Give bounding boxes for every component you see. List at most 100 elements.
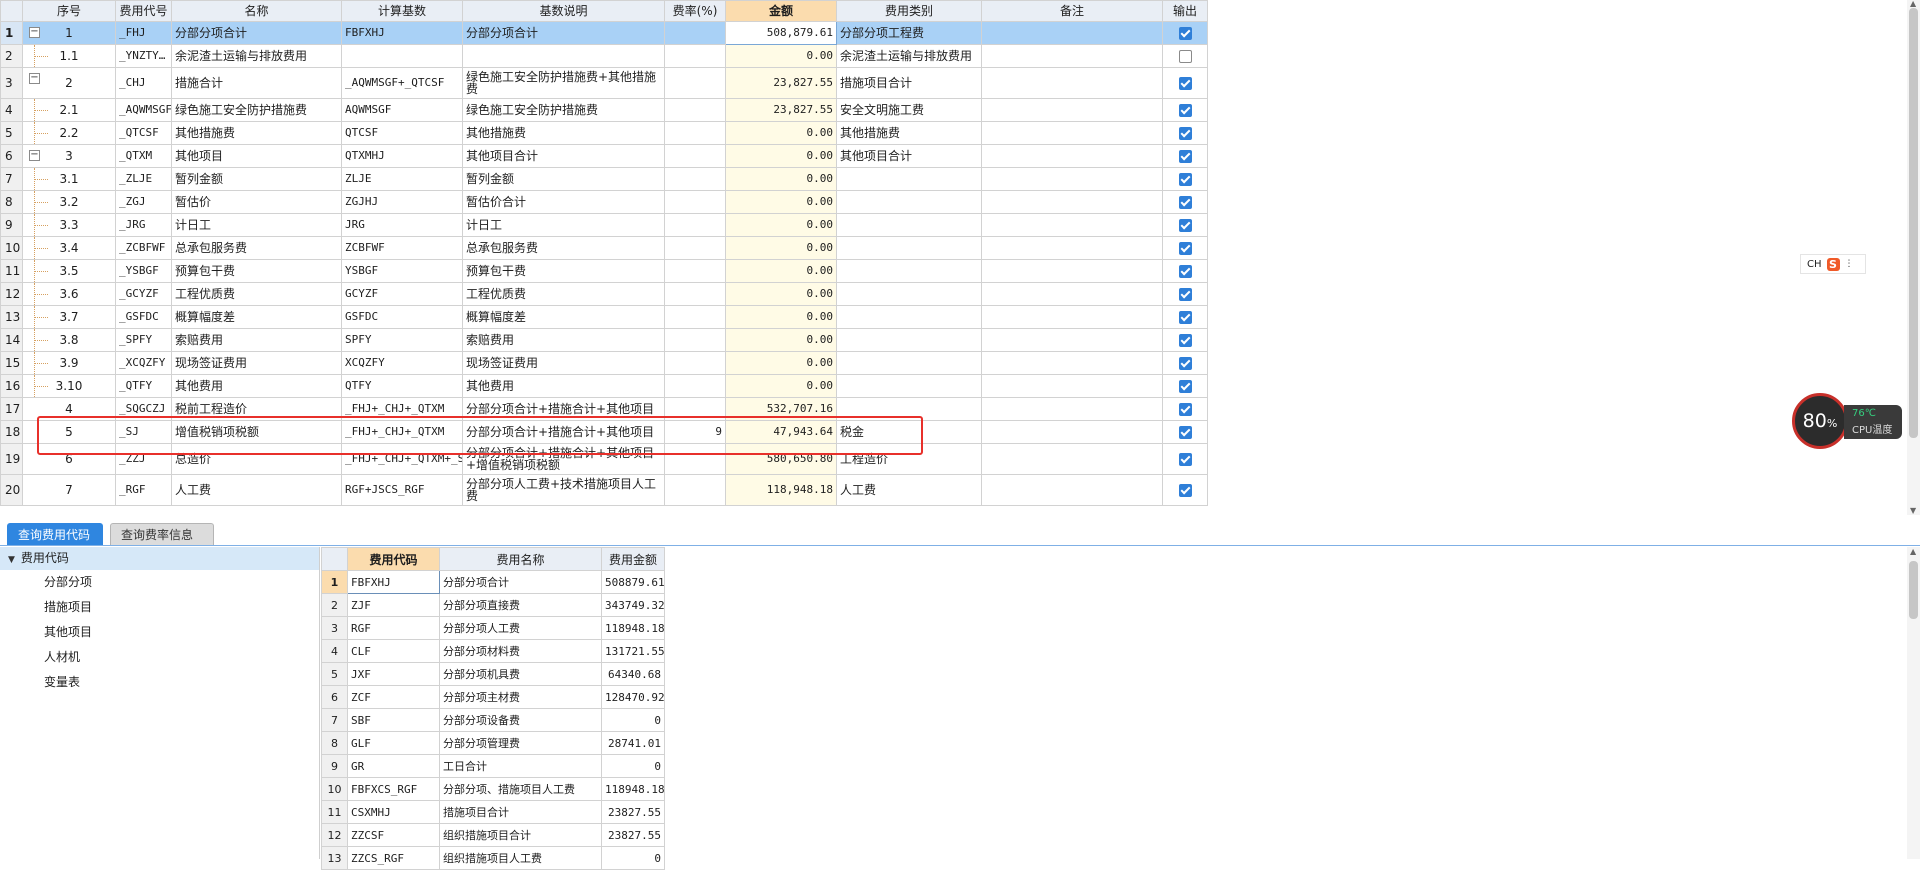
collapse-toggle-icon[interactable]: − xyxy=(29,73,40,84)
cell-seq[interactable]: 3.2 xyxy=(22,190,116,214)
cell-fee-code[interactable]: GR xyxy=(347,754,440,778)
header-note[interactable]: 备注 xyxy=(981,0,1163,22)
cell-fee-name[interactable]: 人工费 xyxy=(171,474,342,506)
output-checkbox[interactable] xyxy=(1178,49,1192,63)
cell-amount[interactable]: 0.00 xyxy=(725,121,837,145)
header-name[interactable]: 名称 xyxy=(171,0,342,22)
header-fee-amount[interactable]: 费用金额 xyxy=(601,547,665,571)
cell-fee-code[interactable]: _ZCBFWF xyxy=(115,236,172,260)
fee-row[interactable]: 1−1 _FHJ 分部分项合计 FBFXHJ 分部分项合计 508,879.61 分部分项工… xyxy=(0,21,1208,45)
cell-seq[interactable]: 3.7 xyxy=(22,305,116,329)
cell-seq[interactable]: 3.4 xyxy=(22,236,116,260)
cell-fee-name[interactable]: 分部分项材料费 xyxy=(439,639,602,663)
output-checkbox[interactable] xyxy=(1178,452,1192,466)
row-number[interactable]: 2 xyxy=(0,44,23,68)
ime-menu-icon[interactable]: ⋮ xyxy=(1845,259,1854,269)
cell-category[interactable]: 安全文明施工费 xyxy=(836,98,982,122)
cell-amount[interactable]: 0.00 xyxy=(725,167,837,191)
cell-amount[interactable]: 0.00 xyxy=(725,144,837,168)
cell-rate[interactable] xyxy=(664,328,726,352)
cell-fee-name[interactable]: 工日合计 xyxy=(439,754,602,778)
cell-amount[interactable]: 0.00 xyxy=(725,282,837,306)
cell-base-desc[interactable]: 总承包服务费 xyxy=(462,236,665,260)
cell-calc-base[interactable]: YSBGF xyxy=(341,259,463,283)
fee-row[interactable]: 5 2.2 _QTCSF 其他措施费 QTCSF 其他措施费 0.00 其他措施费 xyxy=(0,121,1208,145)
cell-note[interactable] xyxy=(981,374,1163,398)
scroll-up-arrow-icon[interactable]: ▲ xyxy=(1910,0,1916,8)
cell-fee-code[interactable]: _QTXM xyxy=(115,144,172,168)
cell-rate[interactable] xyxy=(664,190,726,214)
scroll-up-arrow-icon[interactable]: ▲ xyxy=(1910,548,1916,556)
row-number[interactable]: 5 xyxy=(321,662,348,686)
row-number[interactable]: 9 xyxy=(321,754,348,778)
fee-row[interactable]: 4 2.1 _AQWMSGF 绿色施工安全防护措施费 AQWMSGF 绿色施工安全防护措施… xyxy=(0,98,1208,122)
cell-note[interactable] xyxy=(981,98,1163,122)
row-number[interactable]: 4 xyxy=(0,98,23,122)
cell-note[interactable] xyxy=(981,236,1163,260)
fee-row[interactable]: 13 3.7 _GSFDC 概算幅度差 GSFDC 概算幅度差 0.00 xyxy=(0,305,1208,329)
cell-fee-name[interactable]: 分部分项管理费 xyxy=(439,731,602,755)
cell-seq[interactable]: −1 xyxy=(22,21,116,45)
fee-row[interactable]: 11 3.5 _YSBGF 预算包干费 YSBGF 预算包干费 0.00 xyxy=(0,259,1208,283)
cell-note[interactable] xyxy=(981,121,1163,145)
cell-rate[interactable] xyxy=(664,167,726,191)
cell-calc-base[interactable]: XCQZFY xyxy=(341,351,463,375)
cell-fee-name[interactable]: 分部分项合计 xyxy=(171,21,342,45)
cell-base-desc[interactable] xyxy=(462,44,665,68)
row-number[interactable]: 10 xyxy=(0,236,23,260)
cell-seq[interactable]: 3.5 xyxy=(22,259,116,283)
cell-note[interactable] xyxy=(981,420,1163,444)
output-checkbox[interactable] xyxy=(1178,172,1192,186)
fee-code-row[interactable]: 9 GR 工日合计 0 xyxy=(321,754,665,778)
cell-calc-base[interactable] xyxy=(341,44,463,68)
row-number[interactable]: 15 xyxy=(0,351,23,375)
fee-row[interactable]: 9 3.3 _JRG 计日工 JRG 计日工 0.00 xyxy=(0,213,1208,237)
fee-row[interactable]: 12 3.6 _GCYZF 工程优质费 GCYZF 工程优质费 0.00 xyxy=(0,282,1208,306)
cell-note[interactable] xyxy=(981,474,1163,506)
cell-fee-amount[interactable]: 23827.55 xyxy=(601,823,665,847)
cell-note[interactable] xyxy=(981,167,1163,191)
cell-fee-code[interactable]: CSXMHJ xyxy=(347,800,440,824)
row-number[interactable]: 20 xyxy=(0,474,23,506)
cell-amount[interactable]: 508,879.61 xyxy=(725,21,837,45)
cell-category[interactable] xyxy=(836,167,982,191)
cell-rate[interactable] xyxy=(664,67,726,99)
cell-note[interactable] xyxy=(981,305,1163,329)
fee-code-row[interactable]: 1 FBFXHJ 分部分项合计 508879.61 xyxy=(321,570,665,594)
cell-category[interactable]: 其他措施费 xyxy=(836,121,982,145)
row-number[interactable]: 12 xyxy=(0,282,23,306)
cell-category[interactable]: 人工费 xyxy=(836,474,982,506)
cell-amount[interactable]: 0.00 xyxy=(725,259,837,283)
cell-fee-amount[interactable]: 23827.55 xyxy=(601,800,665,824)
cell-base-desc[interactable]: 现场签证费用 xyxy=(462,351,665,375)
cell-note[interactable] xyxy=(981,144,1163,168)
cell-base-desc[interactable]: 暂估价合计 xyxy=(462,190,665,214)
cell-fee-code[interactable]: SBF xyxy=(347,708,440,732)
cell-note[interactable] xyxy=(981,67,1163,99)
fee-code-row[interactable]: 4 CLF 分部分项材料费 131721.55 xyxy=(321,639,665,663)
cell-fee-name[interactable]: 其他措施费 xyxy=(171,121,342,145)
header-output[interactable]: 输出 xyxy=(1162,0,1208,22)
output-checkbox[interactable] xyxy=(1178,195,1192,209)
row-number[interactable]: 5 xyxy=(0,121,23,145)
cell-rate[interactable] xyxy=(664,21,726,45)
cell-fee-code[interactable]: ZZCS_RGF xyxy=(347,846,440,870)
cell-fee-code[interactable]: _ZGJ xyxy=(115,190,172,214)
fee-code-row[interactable]: 2 ZJF 分部分项直接费 343749.32 xyxy=(321,593,665,617)
cell-calc-base[interactable]: ZGJHJ xyxy=(341,190,463,214)
fee-code-row[interactable]: 12 ZZCSF 组织措施项目合计 23827.55 xyxy=(321,823,665,847)
cell-amount[interactable]: 0.00 xyxy=(725,351,837,375)
row-number[interactable]: 7 xyxy=(321,708,348,732)
cell-rate[interactable] xyxy=(664,121,726,145)
cell-fee-name[interactable]: 分部分项、措施项目人工费 xyxy=(439,777,602,801)
cell-amount[interactable]: 0.00 xyxy=(725,44,837,68)
bottom-grid-scrollbar[interactable]: ▲ xyxy=(1907,547,1920,859)
cell-rate[interactable] xyxy=(664,236,726,260)
cell-fee-name[interactable]: 计日工 xyxy=(171,213,342,237)
tree-root-fee-code[interactable]: ▼ 费用代码 xyxy=(0,547,319,570)
cell-fee-amount[interactable]: 64340.68 xyxy=(601,662,665,686)
fee-code-row[interactable]: 11 CSXMHJ 措施项目合计 23827.55 xyxy=(321,800,665,824)
tab-query-rate-info[interactable]: 查询费率信息 xyxy=(110,523,214,545)
cell-fee-name[interactable]: 分部分项人工费 xyxy=(439,616,602,640)
cell-fee-name[interactable]: 其他项目 xyxy=(171,144,342,168)
